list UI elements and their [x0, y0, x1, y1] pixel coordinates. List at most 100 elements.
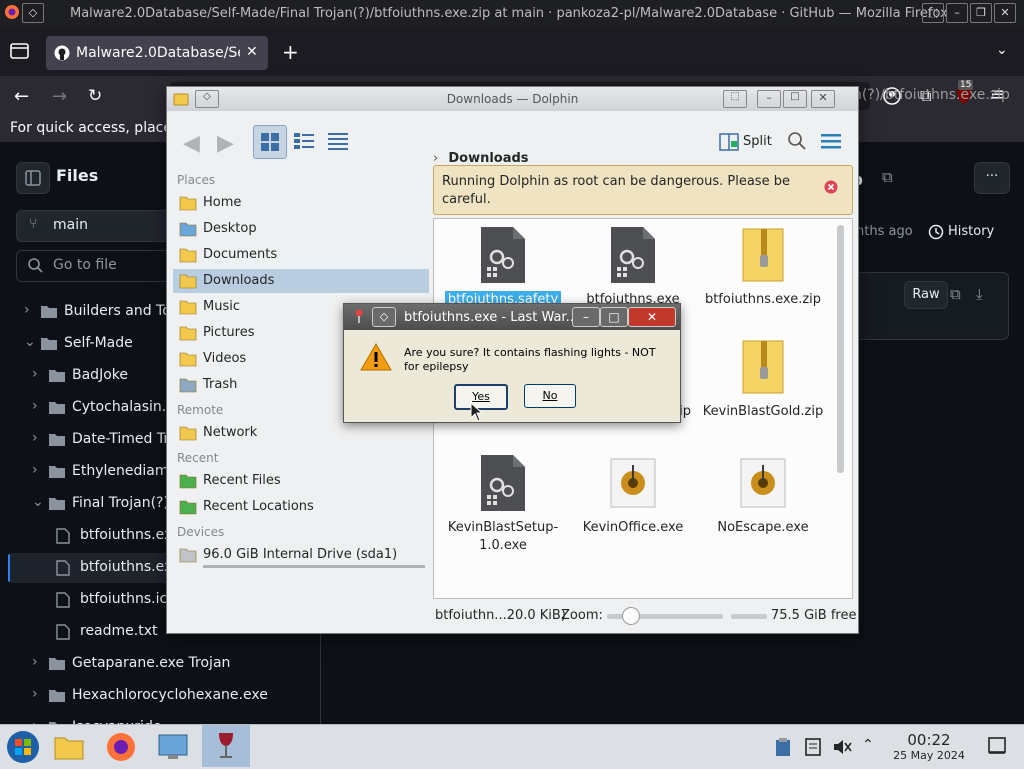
search-icon[interactable]: [787, 131, 807, 151]
file-icon: [56, 624, 70, 640]
history-button[interactable]: History: [948, 224, 994, 239]
places-item-label: Videos: [203, 351, 247, 366]
file-view-scrollbar[interactable]: [837, 225, 844, 473]
file-item[interactable]: KevinOffice.exe: [568, 453, 698, 537]
branch-selector[interactable]: ⑂ main: [16, 210, 178, 242]
dolphin-minimize-button[interactable]: –: [757, 90, 781, 108]
chevron-right-icon[interactable]: ›: [32, 462, 38, 478]
copy-path-icon[interactable]: ⧉: [882, 168, 893, 186]
places-item[interactable]: Desktop: [173, 217, 429, 241]
list-tabs-icon[interactable]: ⌄: [996, 42, 1008, 58]
tab-github[interactable]: Malware2.0Database/Self-Made/Final Troja…: [46, 36, 268, 70]
places-item[interactable]: Network: [173, 421, 429, 445]
file-item-label: btfoiuthns.exe.zip: [704, 292, 822, 307]
file-item-label: NoEscape.exe: [717, 520, 809, 535]
taskbar-wine-app[interactable]: [202, 725, 250, 767]
show-desktop-icon[interactable]: [988, 737, 1006, 755]
places-item[interactable]: Recent Files: [173, 469, 429, 493]
back-button[interactable]: ←: [14, 86, 29, 107]
places-item[interactable]: Recent Locations: [173, 495, 429, 519]
download-raw-icon[interactable]: ⤓: [976, 285, 983, 303]
chevron-right-icon[interactable]: ›: [32, 398, 38, 414]
tree-folder[interactable]: › Hexachlorocyclohexane.exe: [10, 681, 316, 711]
start-menu-button[interactable]: [2, 727, 44, 767]
dialog-minimize-button[interactable]: –: [572, 307, 600, 327]
file-item[interactable]: btfoiuthns.exe: [568, 225, 698, 309]
compact-view-icon[interactable]: [293, 131, 315, 151]
tray-expand-icon[interactable]: ⌃: [862, 737, 874, 753]
chevron-right-icon[interactable]: ›: [24, 302, 30, 318]
file-item[interactable]: btfoiuthns.safety: [438, 225, 568, 309]
folder-icon: [54, 733, 84, 761]
places-item[interactable]: 96.0 GiB Internal Drive (sda1): [173, 543, 429, 567]
dolphin-close-button[interactable]: ✕: [811, 90, 835, 108]
volume-muted-icon[interactable]: [832, 737, 852, 757]
keep-above-icon[interactable]: ⬚: [723, 90, 747, 108]
recent-locations-icon: [179, 498, 197, 516]
go-to-file-input[interactable]: Go to file: [16, 250, 178, 282]
dolphin-back-button[interactable]: ◀: [183, 131, 200, 156]
no-button[interactable]: No: [524, 384, 576, 408]
forward-button[interactable]: →: [52, 86, 67, 107]
raw-button[interactable]: Raw: [904, 281, 948, 309]
hamburger-menu-icon[interactable]: [821, 133, 841, 149]
details-view-icon[interactable]: [327, 131, 349, 151]
file-item[interactable]: KevinBlastGold.zip: [698, 337, 828, 421]
dialog-maximize-button[interactable]: □: [600, 307, 628, 327]
chevron-right-icon[interactable]: ›: [32, 654, 38, 670]
places-item-label: Trash: [203, 377, 238, 392]
dialog-message: Are you sure? It contains flashing light…: [404, 346, 656, 373]
taskbar-file-manager[interactable]: [48, 727, 90, 767]
chevron-right-icon[interactable]: ›: [32, 430, 38, 446]
chevron-right-icon[interactable]: ›: [32, 686, 38, 702]
close-button[interactable]: ✕: [994, 3, 1016, 23]
close-warning-icon[interactable]: [824, 180, 838, 194]
folder-icon: [48, 497, 66, 511]
keep-above-icon[interactable]: ⬚: [922, 3, 944, 23]
collapse-file-tree-button[interactable]: [16, 162, 50, 194]
tree-item-label: BadJoke: [72, 367, 128, 383]
music-folder-icon: [179, 298, 197, 316]
warning-dialog: ◇ btfoiuthns.exe - Last War... – □ ✕ Are…: [343, 303, 681, 423]
icons-view-button[interactable]: [253, 125, 287, 159]
dolphin-maximize-button[interactable]: □: [783, 90, 807, 108]
taskbar-system-settings[interactable]: [152, 727, 194, 767]
file-item[interactable]: btfoiuthns.exe.zip: [698, 225, 828, 309]
clipboard-tray-icon[interactable]: [774, 737, 792, 757]
file-item[interactable]: KevinBlastSetup-1.0.exe: [438, 453, 568, 555]
dialog-window-menu-icon[interactable]: ◇: [372, 307, 396, 327]
notes-tray-icon[interactable]: [804, 737, 822, 757]
dialog-title: btfoiuthns.exe - Last War...: [404, 310, 578, 325]
tree-item-label: Self-Made: [64, 335, 133, 351]
places-item-label: Recent Locations: [203, 499, 314, 514]
places-item[interactable]: Downloads: [173, 269, 429, 293]
clock-time[interactable]: 00:22: [896, 731, 962, 749]
dialog-titlebar: ◇ btfoiuthns.exe - Last War... – □ ✕: [344, 304, 680, 330]
copy-raw-icon[interactable]: ⧉: [950, 285, 961, 303]
new-tab-button[interactable]: +: [282, 40, 299, 64]
firefox-logo-icon: [4, 4, 20, 20]
taskbar-firefox[interactable]: [100, 727, 142, 767]
clock-date[interactable]: 25 May 2024: [886, 749, 972, 762]
tree-folder[interactable]: › Getaparane.exe Trojan: [10, 649, 316, 679]
dialog-close-button[interactable]: ✕: [628, 307, 676, 327]
zoom-slider-handle[interactable]: [622, 607, 641, 625]
close-tab-icon[interactable]: ✕: [246, 44, 258, 60]
more-options-button[interactable]: ···: [974, 162, 1010, 194]
breadcrumb-downloads[interactable]: Downloads: [448, 151, 528, 166]
dolphin-forward-button[interactable]: ▶: [217, 131, 234, 156]
chevron-down-icon[interactable]: ⌄: [24, 334, 36, 350]
places-section-heading: Places: [177, 173, 216, 187]
window-menu-icon[interactable]: ◇: [22, 3, 44, 23]
places-item[interactable]: Home: [173, 191, 429, 215]
places-item[interactable]: Documents: [173, 243, 429, 267]
reload-button[interactable]: ↻: [88, 86, 102, 106]
chevron-down-icon[interactable]: ⌄: [32, 494, 44, 510]
file-item[interactable]: NoEscape.exe: [698, 453, 828, 537]
location-breadcrumb[interactable]: › Downloads: [433, 151, 529, 166]
split-button[interactable]: Split: [743, 134, 772, 149]
chevron-right-icon[interactable]: ›: [32, 366, 38, 382]
minimize-button[interactable]: –: [946, 3, 968, 23]
tab-overview-icon[interactable]: [10, 42, 30, 60]
maximize-button[interactable]: ❐: [970, 3, 992, 23]
